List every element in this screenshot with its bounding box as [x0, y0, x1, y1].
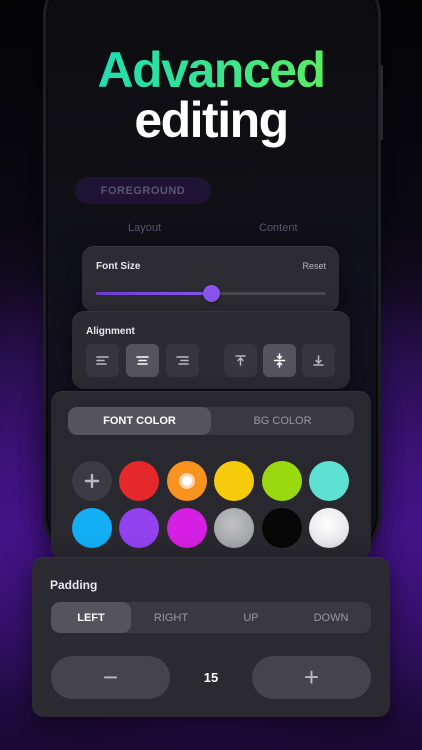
tab-bg-color[interactable]: BG COLOR: [211, 407, 354, 435]
tab-content: Content: [259, 222, 298, 234]
font-size-slider[interactable]: [96, 285, 326, 302]
tab-layout: Layout: [128, 222, 162, 234]
align-top-button[interactable]: [224, 344, 257, 377]
color-panel: FONT COLOR BG COLOR: [51, 391, 371, 559]
color-swatch[interactable]: [214, 508, 254, 548]
color-swatch[interactable]: [309, 461, 349, 501]
color-target-tabs: FONT COLOR BG COLOR: [68, 407, 354, 435]
align-right-icon: [176, 356, 189, 365]
color-swatch[interactable]: [214, 461, 254, 501]
slider-thumb[interactable]: [202, 285, 220, 302]
minus-icon: −: [102, 662, 119, 692]
color-swatch[interactable]: [262, 461, 302, 501]
headline-line2: editing: [134, 92, 289, 148]
slider-fill: [96, 292, 211, 295]
color-swatch[interactable]: [167, 461, 207, 501]
padding-value: 15: [203, 670, 219, 685]
color-swatch[interactable]: [119, 508, 159, 548]
reset-button[interactable]: Reset: [302, 261, 326, 271]
decrement-button[interactable]: −: [51, 656, 170, 699]
alignment-label: Alignment: [86, 326, 135, 337]
tab-down[interactable]: DOWN: [291, 602, 371, 633]
tab-left[interactable]: LEFT: [51, 602, 131, 633]
color-swatch[interactable]: [309, 508, 349, 548]
color-swatch[interactable]: [72, 508, 112, 548]
increment-button[interactable]: +: [252, 656, 371, 699]
font-size-label: Font Size: [96, 261, 141, 272]
headline-line1: Advanced: [0, 44, 422, 96]
color-swatch[interactable]: [119, 461, 159, 501]
align-bottom-button[interactable]: [302, 344, 335, 377]
tab-font-color[interactable]: FONT COLOR: [68, 407, 211, 435]
tab-right[interactable]: RIGHT: [131, 602, 211, 633]
align-center-button[interactable]: [126, 344, 159, 377]
plus-icon: [84, 473, 100, 489]
align-center-icon: [136, 356, 149, 365]
align-middle-button[interactable]: [263, 344, 296, 377]
plus-icon: +: [303, 662, 320, 692]
align-middle-icon: [273, 353, 286, 368]
align-left-button[interactable]: [86, 344, 119, 377]
align-left-icon: [96, 356, 109, 365]
headline: Advanced editing: [0, 44, 422, 148]
add-color-button[interactable]: [72, 461, 112, 501]
align-right-button[interactable]: [166, 344, 199, 377]
tab-up[interactable]: UP: [211, 602, 291, 633]
color-swatch[interactable]: [167, 508, 207, 548]
alignment-panel: Alignment: [72, 311, 350, 389]
font-size-panel: Font Size Reset: [82, 246, 339, 312]
align-bottom-icon: [313, 355, 324, 366]
align-top-icon: [235, 355, 246, 366]
selected-indicator: [179, 473, 195, 489]
padding-side-tabs: LEFT RIGHT UP DOWN: [51, 602, 371, 633]
padding-panel: Padding LEFT RIGHT UP DOWN − 15 +: [32, 557, 390, 717]
padding-label: Padding: [50, 578, 98, 592]
color-swatch[interactable]: [262, 508, 302, 548]
foreground-chip: FOREGROUND: [75, 177, 211, 204]
